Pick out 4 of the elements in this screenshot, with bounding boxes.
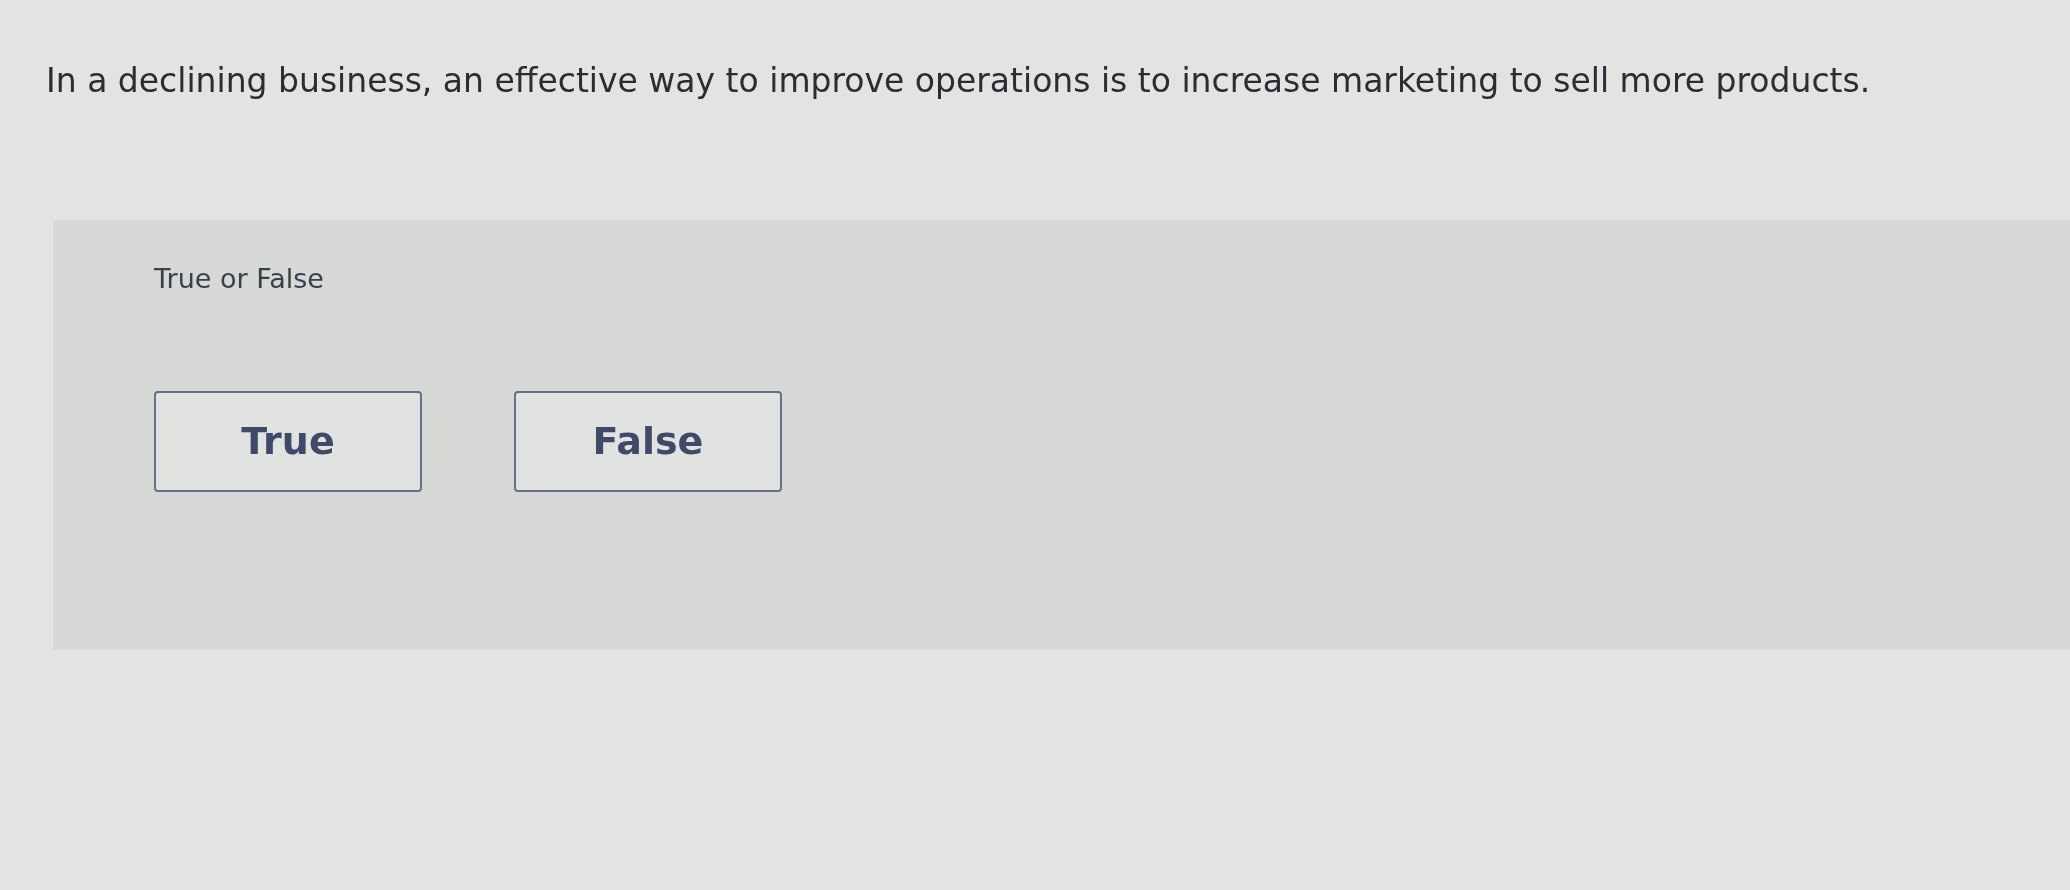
choice-button[interactable]: False xyxy=(514,391,782,492)
choice-button[interactable]: True xyxy=(154,391,422,492)
question-text: In a declining business, an effective way to improve operations is to increase marketing to sell more products. xyxy=(46,60,1871,102)
prompt-text: True or False xyxy=(154,262,324,296)
